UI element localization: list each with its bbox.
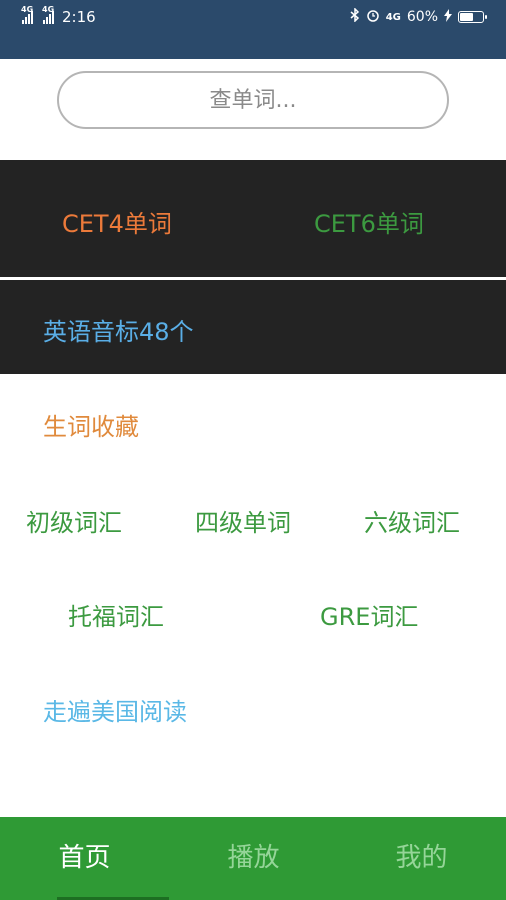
tab-play-label: 播放 — [227, 843, 280, 873]
signal-icon-2: 4G — [42, 5, 54, 24]
signal-icon: 4G — [21, 5, 33, 24]
status-left: 4G 4G 2:16 — [21, 5, 96, 27]
tab-play[interactable]: 播放 — [169, 817, 338, 900]
battery-percent: 60% — [406, 9, 438, 25]
battery-icon — [458, 11, 487, 23]
level4-words-link[interactable]: 四级单词 — [195, 503, 291, 538]
search-input[interactable] — [57, 71, 449, 129]
status-time: 2:16 — [62, 8, 96, 26]
network-type: 4G — [385, 11, 401, 23]
cet4-words-link[interactable]: CET4单词 — [62, 204, 172, 239]
charging-icon — [444, 8, 452, 26]
level6-vocab-link[interactable]: 六级词汇 — [364, 503, 460, 538]
cet-category-band: CET4单词 CET6单词 — [0, 160, 506, 277]
bluetooth-icon — [350, 7, 360, 26]
gre-vocab-link[interactable]: GRE词汇 — [320, 597, 418, 632]
basic-vocab-link[interactable]: 初级词汇 — [26, 503, 122, 538]
tab-home-label: 首页 — [58, 843, 111, 873]
reading-link[interactable]: 走遍美国阅读 — [43, 692, 187, 727]
tab-mine-label: 我的 — [395, 843, 448, 873]
alarm-icon — [366, 8, 380, 26]
tab-home[interactable]: 首页 — [0, 817, 169, 900]
tab-mine[interactable]: 我的 — [337, 817, 506, 900]
phonetics-48-link[interactable]: 英语音标48个 — [43, 312, 194, 347]
search-area — [0, 59, 506, 160]
cet6-words-link[interactable]: CET6单词 — [314, 204, 424, 239]
toefl-vocab-link[interactable]: 托福词汇 — [68, 597, 164, 632]
phonetics-band: 英语音标48个 — [0, 280, 506, 374]
favorites-link[interactable]: 生词收藏 — [43, 407, 139, 442]
bottom-nav: 首页 播放 我的 — [0, 817, 506, 900]
status-right: 4G 60% — [350, 7, 487, 27]
status-bar: 4G 4G 2:16 4G 60% — [0, 0, 506, 59]
